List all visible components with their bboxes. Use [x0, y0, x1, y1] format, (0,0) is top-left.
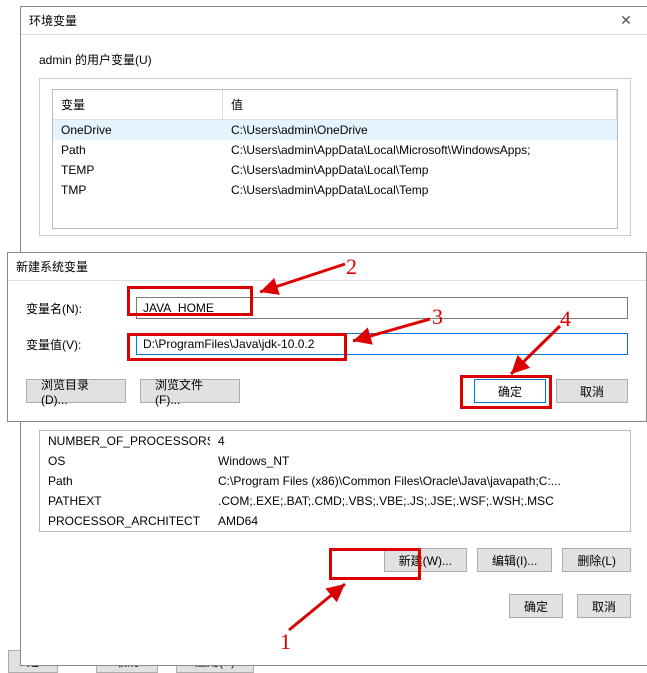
table-row[interactable]: TEMP C:\Users\admin\AppData\Local\Temp — [53, 160, 617, 180]
env-title: 环境变量 — [29, 12, 611, 29]
var-value-input[interactable] — [136, 333, 628, 355]
browse-directory-button[interactable]: 浏览目录(D)... — [26, 379, 126, 403]
sys-delete-button[interactable]: 删除(L) — [562, 548, 631, 572]
browse-file-button[interactable]: 浏览文件(F)... — [140, 379, 240, 403]
close-icon[interactable]: ✕ — [611, 12, 641, 29]
env-titlebar: 环境变量 ✕ — [21, 7, 647, 35]
user-header-val[interactable]: 值 — [223, 90, 617, 119]
env-cancel-button[interactable]: 取消 — [577, 594, 631, 618]
table-row[interactable]: NUMBER_OF_PROCESSORS 4 — [40, 431, 630, 451]
var-value-label: 变量值(V): — [26, 336, 136, 353]
user-vars-label: admin 的用户变量(U) — [39, 45, 631, 74]
table-row[interactable]: OS Windows_NT — [40, 451, 630, 471]
table-row[interactable]: Path C:\Program Files (x86)\Common Files… — [40, 471, 630, 491]
table-row[interactable]: OneDrive C:\Users\admin\OneDrive — [53, 120, 617, 140]
newvar-cancel-button[interactable]: 取消 — [556, 379, 628, 403]
sys-edit-button[interactable]: 编辑(I)... — [477, 548, 552, 572]
new-system-variable-dialog: 新建系统变量 变量名(N): 变量值(V): 浏览目录(D)... 浏览文件(F… — [7, 252, 647, 422]
newvar-title: 新建系统变量 — [16, 258, 638, 275]
user-vars-table[interactable]: 变量 值 OneDrive C:\Users\admin\OneDrive Pa… — [52, 89, 618, 229]
table-row[interactable]: PATHEXT .COM;.EXE;.BAT;.CMD;.VBS;.VBE;.J… — [40, 491, 630, 511]
newvar-ok-button[interactable]: 确定 — [474, 379, 546, 403]
sys-new-button[interactable]: 新建(W)... — [384, 548, 467, 572]
table-row[interactable]: Path C:\Users\admin\AppData\Local\Micros… — [53, 140, 617, 160]
table-row[interactable]: PROCESSOR_ARCHITECT AMD64 — [40, 511, 630, 531]
env-ok-button[interactable]: 确定 — [509, 594, 563, 618]
table-row[interactable]: TMP C:\Users\admin\AppData\Local\Temp — [53, 180, 617, 200]
var-name-input[interactable] — [136, 297, 628, 319]
system-vars-table[interactable]: NUMBER_OF_PROCESSORS 4 OS Windows_NT Pat… — [39, 430, 631, 532]
user-header-var[interactable]: 变量 — [53, 90, 223, 119]
newvar-titlebar: 新建系统变量 — [8, 253, 646, 281]
user-vars-groupbox: 变量 值 OneDrive C:\Users\admin\OneDrive Pa… — [39, 78, 631, 236]
var-name-label: 变量名(N): — [26, 300, 136, 317]
